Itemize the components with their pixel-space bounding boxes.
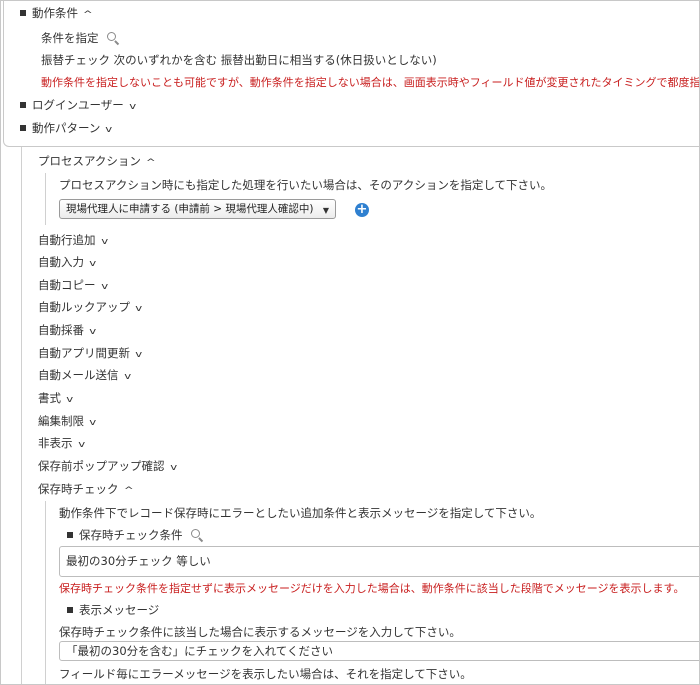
save-check-tree-line — [45, 501, 46, 684]
menu-item-label: 保存前ポップアップ確認 — [38, 459, 165, 473]
dropdown-arrow-icon: ▼ — [322, 206, 329, 215]
chevron-down-icon: v — [89, 418, 97, 428]
plus-circle-icon[interactable]: + — [355, 203, 369, 217]
chevron-down-icon: v — [100, 282, 108, 292]
chevron-down-icon: v — [169, 463, 177, 473]
menu-item-label: 自動アプリ間更新 — [38, 346, 130, 360]
search-icon[interactable] — [106, 32, 119, 44]
condition-warning: 動作条件を指定しないことも可能ですが、動作条件を指定しない場合は、画面表示時やフ… — [41, 76, 700, 89]
condition-label-row: 条件を指定 — [41, 30, 119, 46]
menu-item-label: 自動行追加 — [38, 233, 96, 247]
section-condition-header[interactable]: 動作条件 ^ — [20, 5, 93, 21]
save-check-title: 保存時チェック — [38, 482, 119, 496]
bullet-square-icon — [20, 102, 26, 108]
chevron-down-icon: v — [89, 259, 97, 269]
process-action-title: プロセスアクション — [38, 154, 141, 168]
section-action-pattern[interactable]: 動作パターン v — [20, 120, 113, 136]
menu-item-label: 自動入力 — [38, 255, 84, 269]
display-message-value: 「最初の30分を含む」にチェックを入れてください — [66, 644, 333, 658]
chevron-up-icon: ^ — [123, 486, 134, 496]
bullet-square-icon — [20, 125, 26, 131]
menu-item-label: 書式 — [38, 391, 61, 405]
display-message-field[interactable]: 「最初の30分を含む」にチェックを入れてください — [59, 641, 699, 661]
chevron-down-icon: v — [105, 125, 113, 135]
menu-item-auto-input[interactable]: 自動入力 v — [38, 254, 97, 270]
menu-item-auto-copy[interactable]: 自動コピー v — [38, 277, 108, 293]
process-action-description: プロセスアクション時にも指定した処理を行いたい場合は、そのアクションを指定して下… — [59, 178, 552, 192]
condition-panel: 動作条件 ^ 条件を指定 振替チェック 次のいずれかを含む 振替出勤日に相当する(… — [3, 1, 700, 147]
tree-line — [21, 147, 22, 684]
menu-item-auto-numbering[interactable]: 自動採番 v — [38, 322, 97, 338]
display-message-hint: 保存時チェック条件に該当した場合に表示するメッセージを入力して下さい。 — [59, 625, 461, 639]
save-check-condition-row: 保存時チェック条件 — [67, 527, 203, 543]
section-login-user[interactable]: ログインユーザー v — [20, 97, 136, 113]
chevron-up-icon: ^ — [145, 158, 156, 168]
bullet-square-icon — [67, 607, 73, 613]
condition-value: 振替チェック 次のいずれかを含む 振替出勤日に相当する(休日扱いとしない) — [41, 53, 437, 67]
chevron-down-icon: v — [66, 395, 74, 405]
field-message-hint: フィールド毎にエラーメッセージを表示したい場合は、それを指定して下さい。 — [59, 667, 472, 681]
search-icon[interactable] — [190, 529, 203, 541]
chevron-down-icon: v — [100, 237, 108, 247]
save-check-warning: 保存時チェック条件を指定せずに表示メッセージだけを入力した場合は、動作条件に該当… — [59, 582, 685, 595]
chevron-down-icon: v — [135, 304, 143, 314]
condition-label: 条件を指定 — [41, 31, 99, 45]
section-condition-title: 動作条件 — [32, 6, 78, 20]
chevron-down-icon: v — [135, 350, 143, 360]
save-check-condition-field[interactable]: 最初の30分チェック 等しい — [59, 546, 699, 577]
chevron-down-icon: v — [128, 102, 136, 112]
menu-item-auto-mail[interactable]: 自動メール送信 v — [38, 367, 131, 383]
menu-item-label: 自動ルックアップ — [38, 300, 130, 314]
menu-item-label: 編集制限 — [38, 414, 84, 428]
menu-item-label: 自動メール送信 — [38, 368, 119, 382]
save-check-description: 動作条件下でレコード保存時にエラーとしたい追加条件と表示メッセージを指定して下さ… — [59, 506, 542, 520]
action-pattern-label: 動作パターン — [32, 121, 101, 135]
display-message-label: 表示メッセージ — [79, 603, 160, 617]
menu-item-hidden[interactable]: 非表示 v — [38, 435, 85, 451]
process-action-selected: 現場代理人に申請する (申請前 > 現場代理人確認中) — [66, 203, 314, 215]
menu-item-label: 自動コピー — [38, 278, 96, 292]
settings-frame: 動作条件 ^ 条件を指定 振替チェック 次のいずれかを含む 振替出勤日に相当する(… — [0, 0, 700, 685]
process-action-select[interactable]: 現場代理人に申請する (申請前 > 現場代理人確認中) ▼ — [59, 199, 336, 219]
save-check-header[interactable]: 保存時チェック ^ — [38, 481, 134, 497]
bullet-square-icon — [67, 532, 73, 538]
menu-item-label: 非表示 — [38, 436, 73, 450]
chevron-down-icon: v — [89, 327, 97, 337]
chevron-down-icon: v — [77, 440, 85, 450]
menu-item-edit-restriction[interactable]: 編集制限 v — [38, 413, 97, 429]
chevron-up-icon: ^ — [82, 10, 93, 20]
login-user-label: ログインユーザー — [32, 98, 124, 112]
process-action-header[interactable]: プロセスアクション ^ — [38, 153, 156, 169]
chevron-down-icon: v — [123, 372, 131, 382]
save-check-condition-label: 保存時チェック条件 — [79, 528, 183, 542]
menu-item-format[interactable]: 書式 v — [38, 390, 74, 406]
display-message-row: 表示メッセージ — [67, 602, 159, 618]
menu-item-pre-save-popup[interactable]: 保存前ポップアップ確認 v — [38, 458, 177, 474]
process-tree-line — [45, 173, 46, 225]
menu-item-auto-lookup[interactable]: 自動ルックアップ v — [38, 299, 143, 315]
menu-item-label: 自動採番 — [38, 323, 84, 337]
menu-item-auto-app-update[interactable]: 自動アプリ間更新 v — [38, 345, 143, 361]
menu-item-auto-row-add[interactable]: 自動行追加 v — [38, 232, 108, 248]
bullet-square-icon — [20, 10, 26, 16]
save-check-condition-value: 最初の30分チェック 等しい — [66, 554, 211, 568]
